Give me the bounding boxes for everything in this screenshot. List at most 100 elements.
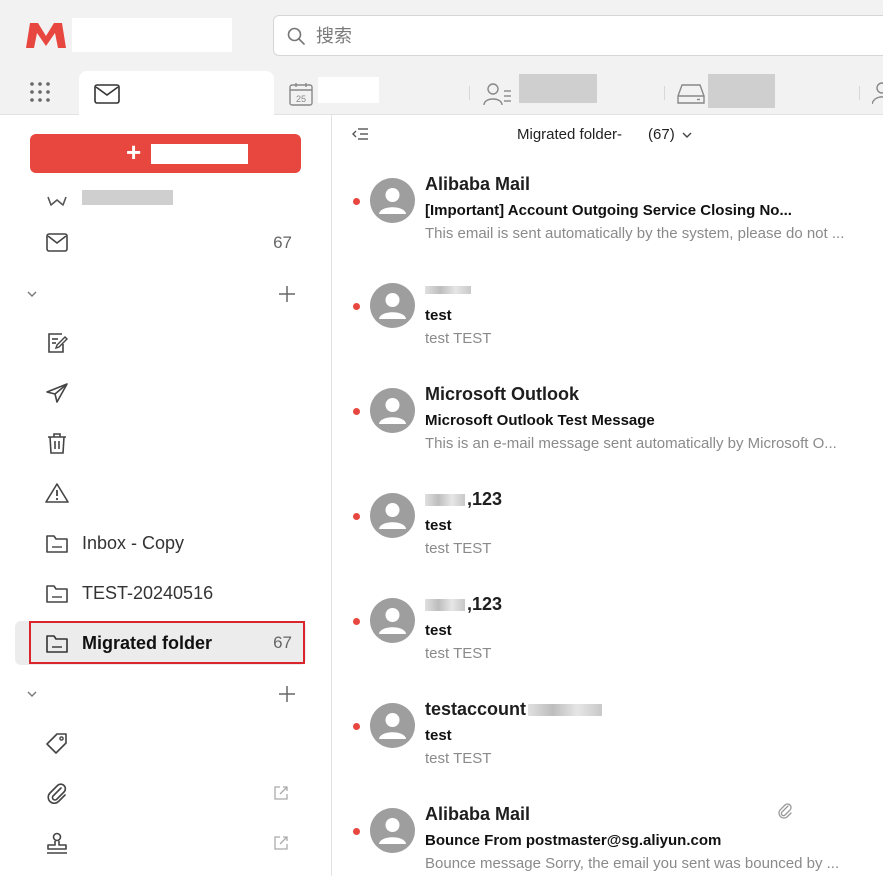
sidebar-item-folder-inbox-copy[interactable]: Inbox - Copy bbox=[15, 521, 306, 565]
message-preview: test TEST bbox=[425, 750, 492, 767]
sidebar-item-trash[interactable] bbox=[15, 421, 306, 465]
message-row[interactable]: testaccount test test TEST bbox=[333, 685, 883, 790]
folder-label: Migrated folder bbox=[82, 633, 213, 653]
avatar bbox=[370, 598, 415, 643]
unread-dot bbox=[353, 198, 360, 205]
section-header-tools[interactable] bbox=[15, 679, 306, 709]
folder-unread-count: 67 bbox=[273, 633, 292, 652]
tag-icon bbox=[46, 733, 67, 754]
sender-redacted bbox=[425, 599, 465, 612]
avatar bbox=[370, 178, 415, 223]
external-link-icon[interactable] bbox=[272, 784, 290, 802]
tab-drive-label-redacted bbox=[708, 74, 775, 108]
message-preview: Bounce message Sorry, the email you sent… bbox=[425, 855, 840, 872]
unread-dot bbox=[353, 513, 360, 520]
sidebar-item-stamp[interactable] bbox=[15, 821, 306, 865]
brand-name-redacted bbox=[72, 18, 232, 52]
message-sender: Alibaba Mail bbox=[425, 174, 531, 194]
sender-redacted bbox=[425, 286, 471, 295]
tab-drive[interactable] bbox=[677, 71, 782, 111]
default-avatar-icon bbox=[379, 818, 406, 844]
sidebar-item-spam[interactable] bbox=[15, 471, 306, 515]
message-sender: testaccount bbox=[425, 699, 603, 720]
message-preview: test TEST bbox=[425, 540, 492, 557]
message-row[interactable]: ,123 test test TEST bbox=[333, 580, 883, 685]
avatar bbox=[370, 388, 415, 433]
folder-title-dropdown[interactable]: Migrated folder- (67) bbox=[517, 126, 692, 143]
default-avatar-icon bbox=[379, 608, 406, 634]
drive-icon bbox=[677, 84, 705, 104]
tab-calendar[interactable]: 25 bbox=[288, 71, 388, 111]
message-row[interactable]: Microsoft Outlook Microsoft Outlook Test… bbox=[333, 370, 883, 475]
tab-contacts[interactable] bbox=[482, 71, 602, 111]
mail-icon bbox=[94, 84, 120, 104]
sidebar-item-folder-migrated[interactable]: Migrated folder 67 bbox=[15, 621, 306, 665]
unread-dot bbox=[353, 828, 360, 835]
contacts-icon bbox=[483, 83, 511, 106]
message-subject: test bbox=[425, 622, 452, 639]
search-input[interactable] bbox=[316, 23, 876, 49]
message-preview: This email is sent automatically by the … bbox=[425, 225, 845, 242]
avatar bbox=[370, 283, 415, 328]
message-subject: test bbox=[425, 517, 452, 534]
section-header-folders[interactable] bbox=[15, 279, 306, 309]
send-icon bbox=[46, 383, 68, 403]
svg-text:25: 25 bbox=[296, 94, 306, 104]
sidebar-item-attachments[interactable] bbox=[15, 771, 306, 815]
default-avatar-icon bbox=[379, 713, 406, 739]
compose-button[interactable]: + bbox=[30, 134, 301, 173]
drafts-icon bbox=[48, 333, 68, 353]
message-list-header: Migrated folder- (67) bbox=[333, 115, 883, 155]
plus-icon: + bbox=[126, 137, 142, 167]
sidebar-item-tags[interactable] bbox=[15, 721, 306, 765]
sidebar-item-inbox[interactable]: 67 bbox=[15, 221, 306, 265]
chevron-down-icon[interactable] bbox=[25, 287, 39, 301]
collapse-sidebar-icon[interactable] bbox=[351, 125, 369, 143]
external-link-icon[interactable] bbox=[272, 834, 290, 852]
sidebar-item-folder-test[interactable]: TEST-20240516 bbox=[15, 571, 306, 615]
tab-divider bbox=[664, 86, 665, 100]
message-row[interactable]: ,123 test test TEST bbox=[333, 475, 883, 580]
sidebar-item-sent[interactable] bbox=[15, 371, 306, 415]
message-row[interactable]: Alibaba Mail [Important] Account Outgoin… bbox=[333, 160, 883, 265]
default-avatar-icon bbox=[379, 188, 406, 214]
folder-label: Inbox - Copy bbox=[82, 533, 185, 553]
trash-icon bbox=[48, 433, 66, 454]
message-sender: ,123 bbox=[425, 594, 502, 615]
search-bar[interactable] bbox=[273, 15, 883, 56]
folder-icon bbox=[46, 635, 68, 653]
folder-title-count: (67) bbox=[648, 126, 675, 143]
message-preview: This is an e-mail message sent automatic… bbox=[425, 435, 837, 452]
search-icon bbox=[287, 27, 305, 45]
unread-dot bbox=[353, 408, 360, 415]
unread-dot bbox=[353, 723, 360, 730]
sender-redacted bbox=[528, 704, 603, 717]
user-icon[interactable] bbox=[872, 82, 883, 106]
avatar bbox=[370, 808, 415, 853]
calendar-icon: 25 bbox=[289, 83, 313, 106]
star-icon bbox=[47, 196, 67, 206]
default-avatar-icon bbox=[379, 398, 406, 424]
sender-redacted bbox=[425, 494, 465, 507]
paperclip-icon bbox=[47, 783, 67, 804]
folder-title-text: Migrated folder- bbox=[517, 126, 623, 143]
compose-label-redacted bbox=[151, 144, 248, 164]
message-row[interactable]: Alibaba Mail Bounce From postmaster@sg.a… bbox=[333, 790, 883, 876]
add-folder-icon[interactable] bbox=[276, 283, 298, 305]
message-preview: test TEST bbox=[425, 645, 492, 662]
default-avatar-icon bbox=[379, 293, 406, 319]
message-subject: [Important] Account Outgoing Service Clo… bbox=[425, 202, 792, 219]
inbox-unread-count: 67 bbox=[273, 233, 292, 252]
tab-divider bbox=[469, 86, 470, 100]
default-avatar-icon bbox=[379, 503, 406, 529]
apps-grid-icon[interactable] bbox=[29, 81, 51, 103]
chevron-down-icon[interactable] bbox=[25, 687, 39, 701]
folder-title-redacted bbox=[622, 128, 649, 143]
mail-logo-icon[interactable] bbox=[24, 20, 68, 50]
tab-mail[interactable] bbox=[79, 71, 274, 115]
sidebar-item-drafts[interactable] bbox=[15, 321, 306, 365]
message-row[interactable]: test test TEST bbox=[333, 265, 883, 370]
sidebar-item-starred[interactable] bbox=[15, 177, 306, 217]
add-icon[interactable] bbox=[276, 683, 298, 705]
warning-icon bbox=[45, 483, 69, 503]
